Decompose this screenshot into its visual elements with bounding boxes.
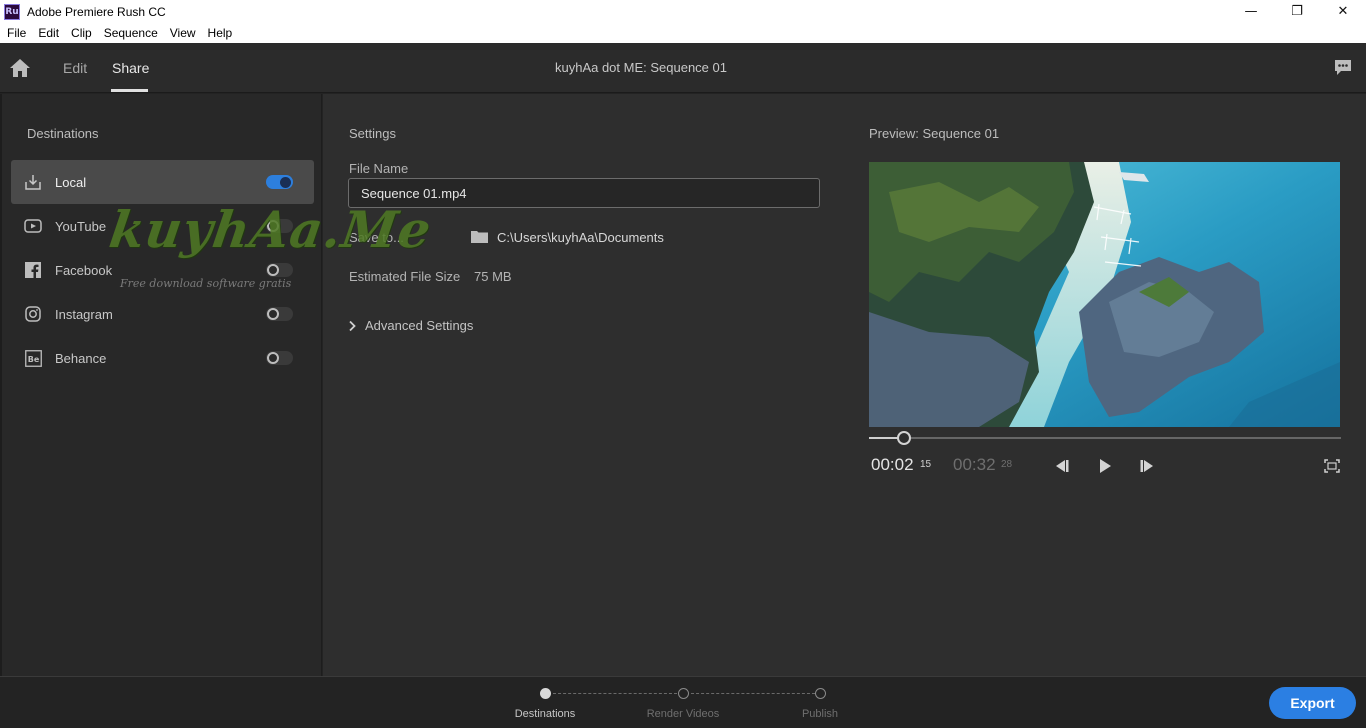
settings-heading: Settings: [349, 126, 396, 141]
feedback-chat-icon[interactable]: [1334, 59, 1352, 76]
step-publish-label: Publish: [801, 708, 839, 720]
app-header: Edit Share kuyhAa dot ME: Sequence 01: [0, 43, 1366, 93]
destination-label: Local: [55, 174, 87, 190]
current-time-frames: 15: [920, 459, 932, 470]
menu-edit[interactable]: Edit: [32, 26, 65, 40]
timeline-scrubber-handle[interactable]: [897, 431, 911, 445]
estimated-size-value: 75 MB: [474, 269, 512, 284]
settings-panel: Settings File Name Save to... C:\Users\k…: [323, 94, 1366, 676]
watermark-subtitle: Free download software gratis: [120, 277, 292, 290]
menu-view[interactable]: View: [164, 26, 202, 40]
step-render-label: Render Videos: [646, 708, 720, 720]
save-to-path[interactable]: C:\Users\kuyhAa\Documents: [497, 230, 664, 245]
video-preview[interactable]: [869, 162, 1340, 427]
destination-behance[interactable]: Be Behance: [11, 336, 314, 380]
facebook-icon: [24, 261, 42, 279]
step-forward-icon[interactable]: [1138, 458, 1158, 474]
step-destinations-label: Destinations: [514, 708, 576, 720]
menu-sequence[interactable]: Sequence: [98, 26, 164, 40]
step-connector: [553, 693, 677, 694]
behance-icon: Be: [24, 349, 42, 367]
window-controls: — ❐ ✕: [1228, 0, 1366, 23]
destination-label: Facebook: [55, 262, 113, 278]
destinations-panel: Destinations Local YouTube Facebook Inst…: [0, 94, 322, 676]
step-publish-dot: [815, 688, 826, 699]
step-connector: [691, 693, 815, 694]
step-destinations-dot: [540, 688, 551, 699]
chevron-right-icon: [349, 320, 356, 331]
local-toggle[interactable]: [266, 175, 293, 189]
title-bar: Ru Adobe Premiere Rush CC — ❐ ✕: [0, 0, 1366, 23]
active-tab-indicator: [111, 89, 148, 92]
total-duration-frames: 28: [1001, 459, 1013, 470]
file-name-label: File Name: [349, 161, 409, 176]
advanced-settings-toggle[interactable]: Advanced Settings: [347, 318, 473, 333]
destination-label: Instagram: [55, 306, 113, 322]
export-button[interactable]: Export: [1269, 687, 1356, 719]
play-icon[interactable]: [1095, 458, 1115, 474]
svg-text:Be: Be: [27, 355, 39, 364]
current-time: 00:02: [871, 455, 914, 474]
window-title: Adobe Premiere Rush CC: [27, 4, 166, 19]
instagram-toggle[interactable]: [266, 307, 293, 321]
advanced-settings-label: Advanced Settings: [365, 318, 474, 333]
close-button[interactable]: ✕: [1320, 0, 1366, 23]
sequence-title: kuyhAa dot ME: Sequence 01: [554, 60, 727, 75]
watermark: kuyhAa.Me Free download software gratis: [106, 200, 435, 295]
minimize-button[interactable]: —: [1228, 0, 1274, 23]
destination-local[interactable]: Local: [11, 160, 314, 204]
maximize-button[interactable]: ❐: [1274, 0, 1320, 23]
folder-icon[interactable]: [471, 230, 488, 243]
youtube-icon: [24, 217, 42, 235]
menu-bar: File Edit Clip Sequence View Help: [0, 23, 1366, 43]
download-icon: [24, 173, 42, 191]
timeline-scrubber-track[interactable]: [869, 437, 1341, 439]
preview-heading: Preview: Sequence 01: [869, 126, 1000, 141]
menu-file[interactable]: File: [0, 26, 32, 40]
instagram-icon: [24, 305, 42, 323]
watermark-text: kuyhAa.Me: [105, 200, 436, 259]
step-render-dot: [678, 688, 689, 699]
behance-toggle[interactable]: [266, 351, 293, 365]
fullscreen-icon[interactable]: [1324, 459, 1340, 473]
total-duration: 00:32: [953, 455, 996, 474]
destination-instagram[interactable]: Instagram: [11, 292, 314, 336]
aerial-lagoon-image: [869, 162, 1340, 427]
step-back-icon[interactable]: [1051, 458, 1071, 474]
footer-progress-bar: Destinations Render Videos Publish Expor…: [0, 676, 1366, 728]
destination-label: Behance: [55, 350, 107, 366]
menu-clip[interactable]: Clip: [65, 26, 98, 40]
menu-help[interactable]: Help: [202, 26, 239, 40]
destinations-heading: Destinations: [27, 126, 99, 141]
app-logo-icon: Ru: [4, 3, 20, 20]
destination-label: YouTube: [55, 218, 107, 234]
